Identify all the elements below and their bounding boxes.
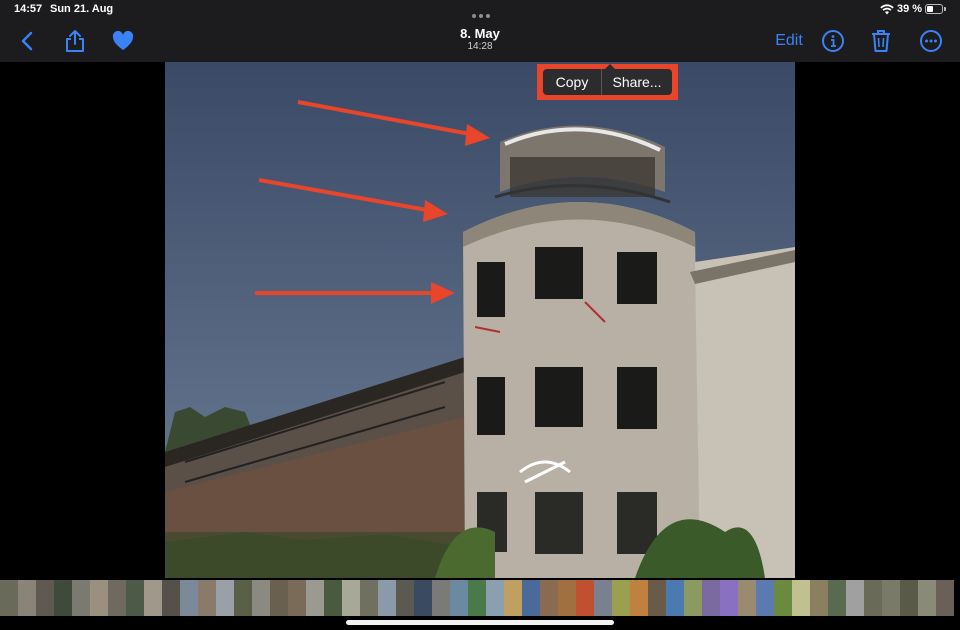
- back-button[interactable]: [12, 20, 42, 62]
- thumbnail[interactable]: [234, 580, 252, 616]
- info-button[interactable]: [818, 20, 848, 62]
- thumbnail[interactable]: [630, 580, 648, 616]
- thumbnail[interactable]: [756, 580, 774, 616]
- thumbnail[interactable]: [270, 580, 288, 616]
- thumbnail[interactable]: [792, 580, 810, 616]
- menu-caret: [605, 64, 615, 69]
- photo-date: 8. May: [460, 26, 500, 41]
- context-menu: Copy Share...: [537, 64, 678, 100]
- thumbnail[interactable]: [252, 580, 270, 616]
- thumbnail[interactable]: [720, 580, 738, 616]
- thumbnail[interactable]: [486, 580, 504, 616]
- status-time: 14:57: [14, 3, 43, 15]
- thumbnail[interactable]: [468, 580, 486, 616]
- share-button[interactable]: [60, 20, 90, 62]
- status-bar: 14:57 Sun 21. Aug 39 %: [0, 0, 960, 20]
- thumbnail[interactable]: [684, 580, 702, 616]
- thumbnail[interactable]: [828, 580, 846, 616]
- thumbnail[interactable]: [360, 580, 378, 616]
- more-button[interactable]: [914, 20, 948, 62]
- thumbnail-strip[interactable]: [0, 580, 960, 616]
- thumbnail[interactable]: [144, 580, 162, 616]
- thumbnail[interactable]: [180, 580, 198, 616]
- thumbnail[interactable]: [126, 580, 144, 616]
- wifi-icon: [880, 4, 894, 15]
- thumbnail[interactable]: [702, 580, 720, 616]
- thumbnail[interactable]: [72, 580, 90, 616]
- thumbnail[interactable]: [54, 580, 72, 616]
- thumbnail[interactable]: [108, 580, 126, 616]
- thumbnail[interactable]: [846, 580, 864, 616]
- share-icon: [66, 30, 84, 52]
- context-menu-body: Copy Share...: [543, 64, 672, 95]
- thumbnail[interactable]: [522, 580, 540, 616]
- copy-menu-item[interactable]: Copy: [543, 74, 601, 90]
- battery-icon: [925, 4, 946, 14]
- thumbnail[interactable]: [864, 580, 882, 616]
- info-icon: [822, 30, 844, 52]
- thumbnail[interactable]: [576, 580, 594, 616]
- chevron-left-icon: [21, 31, 33, 51]
- share-menu-item[interactable]: Share...: [602, 74, 672, 90]
- thumbnail[interactable]: [90, 580, 108, 616]
- thumbnail[interactable]: [216, 580, 234, 616]
- thumbnail[interactable]: [774, 580, 792, 616]
- thumbnail[interactable]: [810, 580, 828, 616]
- thumbnail[interactable]: [900, 580, 918, 616]
- thumbnail[interactable]: [540, 580, 558, 616]
- thumbnail[interactable]: [0, 580, 18, 616]
- thumbnail[interactable]: [648, 580, 666, 616]
- thumbnail[interactable]: [36, 580, 54, 616]
- thumbnail[interactable]: [342, 580, 360, 616]
- multitasking-dots-icon[interactable]: [470, 5, 492, 18]
- thumbnail[interactable]: [936, 580, 954, 616]
- trash-icon: [872, 30, 890, 52]
- ellipsis-icon: [920, 30, 942, 52]
- edit-button[interactable]: Edit: [770, 20, 808, 62]
- thumbnail[interactable]: [18, 580, 36, 616]
- photo-title: 8. May 14:28: [380, 26, 580, 53]
- thumbnail[interactable]: [162, 580, 180, 616]
- status-date: Sun 21. Aug: [50, 3, 114, 15]
- thumbnail[interactable]: [666, 580, 684, 616]
- thumbnail[interactable]: [738, 580, 756, 616]
- heart-icon: [112, 31, 134, 50]
- thumbnail[interactable]: [558, 580, 576, 616]
- thumbnail[interactable]: [450, 580, 468, 616]
- thumbnail[interactable]: [396, 580, 414, 616]
- thumbnail[interactable]: [594, 580, 612, 616]
- thumbnail[interactable]: [414, 580, 432, 616]
- photo-time: 14:28: [467, 41, 493, 52]
- home-indicator[interactable]: [346, 620, 614, 625]
- thumbnail[interactable]: [612, 580, 630, 616]
- thumbnail[interactable]: [432, 580, 450, 616]
- photo-image: [165, 62, 795, 578]
- thumbnail[interactable]: [378, 580, 396, 616]
- thumbnail[interactable]: [288, 580, 306, 616]
- battery-percent: 39 %: [897, 3, 923, 15]
- thumbnail[interactable]: [882, 580, 900, 616]
- delete-button[interactable]: [866, 20, 896, 62]
- thumbnail[interactable]: [306, 580, 324, 616]
- thumbnail[interactable]: [918, 580, 936, 616]
- thumbnail[interactable]: [198, 580, 216, 616]
- photo-toolbar: 8. May 14:28 Edit: [0, 20, 960, 62]
- favorite-button[interactable]: [108, 20, 138, 62]
- photo-view[interactable]: [165, 62, 795, 578]
- thumbnail[interactable]: [504, 580, 522, 616]
- thumbnail[interactable]: [324, 580, 342, 616]
